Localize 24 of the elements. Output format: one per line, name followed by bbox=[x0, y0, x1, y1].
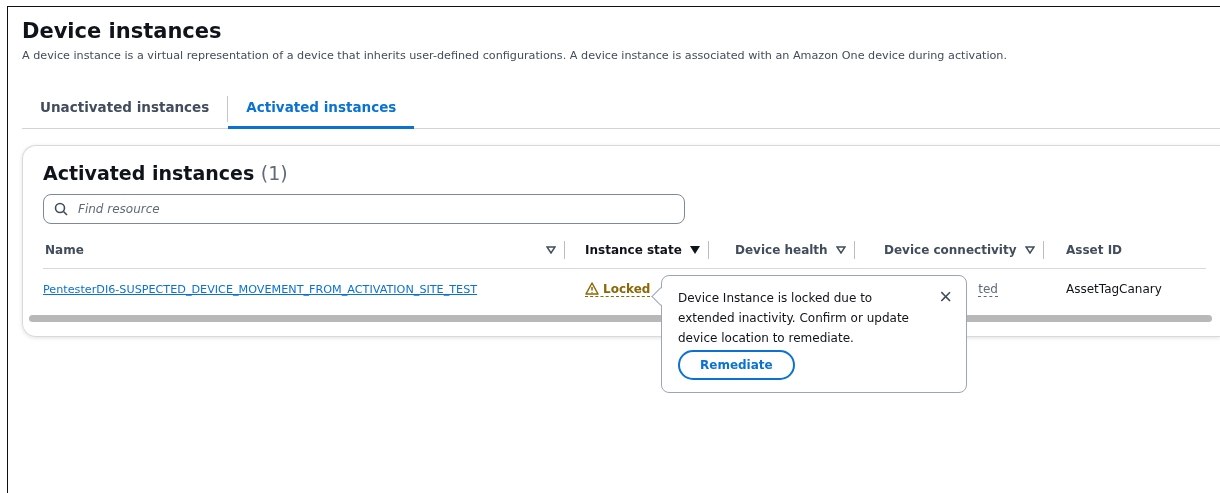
remediate-button[interactable]: Remediate bbox=[678, 350, 795, 380]
connectivity-status: ted bbox=[978, 281, 998, 297]
tab[interactable]: Unactivated instances bbox=[22, 90, 228, 129]
sort-icon[interactable] bbox=[689, 246, 700, 254]
column-header[interactable]: Device connectivity bbox=[884, 243, 1017, 257]
warning-icon bbox=[585, 282, 599, 295]
sort-icon[interactable] bbox=[835, 246, 846, 254]
tab[interactable]: Activated instances bbox=[228, 90, 415, 129]
state-status[interactable]: Locked bbox=[585, 281, 651, 297]
column-header[interactable]: Instance state bbox=[585, 243, 682, 257]
sort-icon[interactable] bbox=[546, 246, 556, 254]
page-title: Device instances bbox=[22, 19, 223, 43]
column-header[interactable]: Name bbox=[45, 243, 538, 257]
search-icon bbox=[54, 202, 68, 216]
column-header[interactable]: Asset ID bbox=[1066, 243, 1123, 257]
search-field[interactable]: Find resource bbox=[43, 194, 685, 224]
close-button[interactable]: × bbox=[939, 288, 952, 306]
popover-message: Device Instance is locked due to extended inactivity. Confirm or update device location to remediate. bbox=[678, 290, 910, 347]
table-cell: AssetTagCanary bbox=[1066, 282, 1162, 296]
page-description: A device instance is a virtual representation of a device that inherits user-defined configurations. A device instance is associated with an Amazon One device during activation. bbox=[22, 49, 1008, 62]
column-header[interactable]: Device health bbox=[735, 243, 828, 257]
table-title: Activated instances (1) bbox=[43, 162, 289, 184]
instance-link[interactable]: PentesterDI6-SUSPECTED_DEVICE_MOVEMENT_FROM_ACTIVATION_SITE_TEST bbox=[43, 282, 478, 296]
sort-icon[interactable] bbox=[1024, 246, 1035, 254]
